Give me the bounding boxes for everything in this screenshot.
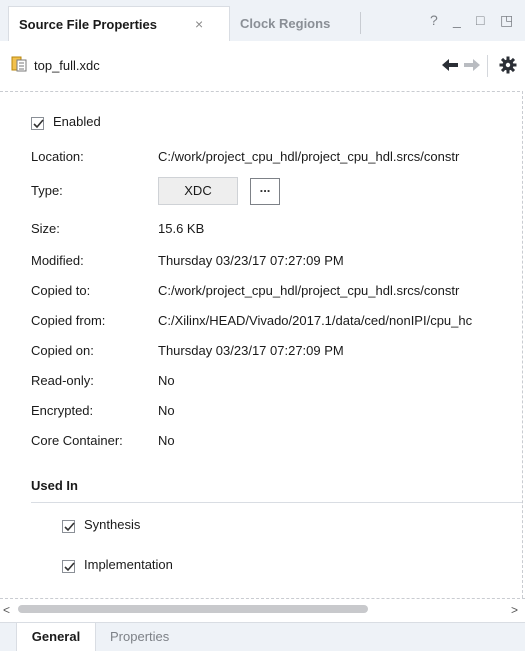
file-toolbar: top_full.xdc: [0, 41, 525, 92]
encrypted-value: No: [158, 403, 175, 418]
type-field: XDC: [158, 177, 238, 205]
tab-clock-regions[interactable]: Clock Regions: [230, 6, 360, 41]
float-icon[interactable]: ◳: [500, 12, 513, 29]
size-label: Size:: [31, 221, 60, 236]
tab-label: Source File Properties: [19, 17, 157, 32]
horizontal-scrollbar[interactable]: < >: [0, 598, 525, 623]
section-divider: [31, 502, 525, 503]
read-only-value: No: [158, 373, 175, 388]
synthesis-label: Synthesis: [84, 517, 141, 532]
core-container-label: Core Container:: [31, 433, 123, 448]
close-tab-icon[interactable]: ×: [195, 16, 203, 32]
tab-general[interactable]: General: [16, 623, 96, 651]
implementation-label: Implementation: [84, 557, 173, 572]
used-in-heading: Used In: [31, 478, 78, 493]
tab-separator: [360, 12, 361, 34]
tab-label: Clock Regions: [240, 16, 331, 31]
encrypted-label: Encrypted:: [31, 403, 94, 418]
xdc-file-icon: [11, 56, 27, 72]
tab-properties[interactable]: Properties: [110, 623, 169, 651]
browse-type-button[interactable]: ...: [250, 178, 280, 205]
scroll-left-icon[interactable]: <: [3, 603, 10, 617]
arrow-right-icon[interactable]: [462, 55, 482, 75]
synthesis-checkbox[interactable]: [62, 515, 75, 537]
size-value: 15.6 KB: [158, 221, 205, 236]
minimize-icon[interactable]: _: [453, 12, 461, 28]
core-container-value: No: [158, 433, 175, 448]
copied-to-value: C:/work/project_cpu_hdl/project_cpu_hdl.…: [158, 283, 460, 298]
checkbox-box: [31, 117, 44, 131]
bottom-tab-bar: General Properties: [0, 622, 525, 651]
scrollbar-thumb[interactable]: [18, 605, 368, 613]
scroll-right-icon[interactable]: >: [511, 603, 518, 617]
help-icon[interactable]: ?: [430, 12, 438, 28]
modified-value: Thursday 03/23/17 07:27:09 PM: [158, 253, 344, 268]
modified-label: Modified:: [31, 253, 84, 268]
arrow-left-icon[interactable]: [440, 55, 460, 75]
copied-to-label: Copied to:: [31, 283, 91, 298]
enabled-checkbox[interactable]: [31, 112, 44, 134]
enabled-label: Enabled: [53, 114, 101, 129]
maximize-icon[interactable]: □: [476, 12, 484, 28]
toolbar-separator: [487, 55, 488, 77]
file-name: top_full.xdc: [34, 58, 100, 73]
gear-icon[interactable]: [498, 55, 518, 75]
location-label: Location:: [31, 149, 84, 164]
tab-bar: Source File Properties × Clock Regions ?…: [0, 0, 525, 42]
copied-on-label: Copied on:: [31, 343, 94, 358]
checkbox-box: [62, 520, 75, 534]
checkbox-box: [62, 560, 75, 574]
copied-from-label: Copied from:: [31, 313, 106, 328]
type-label: Type:: [31, 183, 63, 198]
copied-from-value: C:/Xilinx/HEAD/Vivado/2017.1/data/ced/no…: [158, 313, 473, 328]
implementation-checkbox[interactable]: [62, 555, 75, 577]
copied-on-value: Thursday 03/23/17 07:27:09 PM: [158, 343, 344, 358]
read-only-label: Read-only:: [31, 373, 94, 388]
location-value: C:/work/project_cpu_hdl/project_cpu_hdl.…: [158, 149, 460, 164]
tab-source-file-properties[interactable]: Source File Properties ×: [8, 6, 230, 41]
